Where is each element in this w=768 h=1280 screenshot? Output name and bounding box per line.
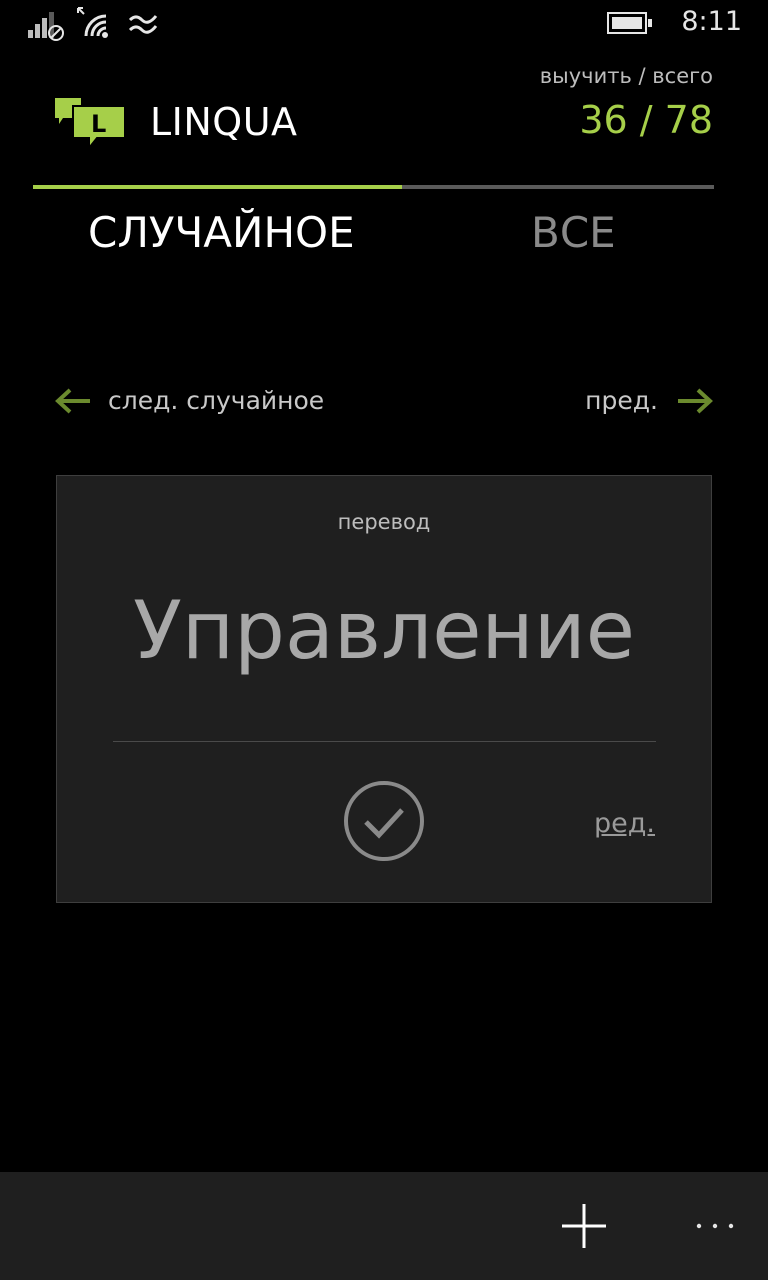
flashcard[interactable]: перевод Управление ред.: [56, 475, 712, 903]
card-divider: [113, 741, 656, 742]
plus-icon[interactable]: [560, 1202, 608, 1250]
progress-count: 36 / 78: [579, 98, 713, 142]
cellular-data-icon: [128, 15, 158, 34]
previous-button[interactable]: пред.: [585, 386, 658, 415]
svg-text:L: L: [91, 110, 106, 138]
card-word: Управление: [133, 584, 635, 677]
tab-random[interactable]: СЛУЧАЙНОЕ: [88, 208, 355, 257]
wifi-icon: [77, 7, 108, 38]
linqua-logo-icon: L: [55, 98, 126, 150]
progress-label: выучить / всего: [539, 64, 713, 88]
arrow-right-icon[interactable]: [676, 386, 714, 416]
app-bar: [0, 1172, 768, 1280]
card-caption: перевод: [337, 510, 431, 534]
checkmark-circle-icon[interactable]: [342, 779, 426, 863]
tab-all[interactable]: ВСЕ: [531, 208, 616, 257]
clock: 8:11: [681, 6, 742, 37]
status-bar: 8:11: [0, 0, 768, 48]
signal-icon: [28, 12, 64, 41]
app-title: LINQUA: [150, 100, 298, 144]
battery-icon: [607, 12, 652, 34]
next-random-button[interactable]: след. случайное: [108, 386, 324, 415]
arrow-left-icon[interactable]: [54, 386, 92, 416]
more-icon[interactable]: [690, 1210, 740, 1230]
edit-link[interactable]: ред.: [594, 808, 655, 839]
pivot-indicator: [33, 185, 714, 189]
